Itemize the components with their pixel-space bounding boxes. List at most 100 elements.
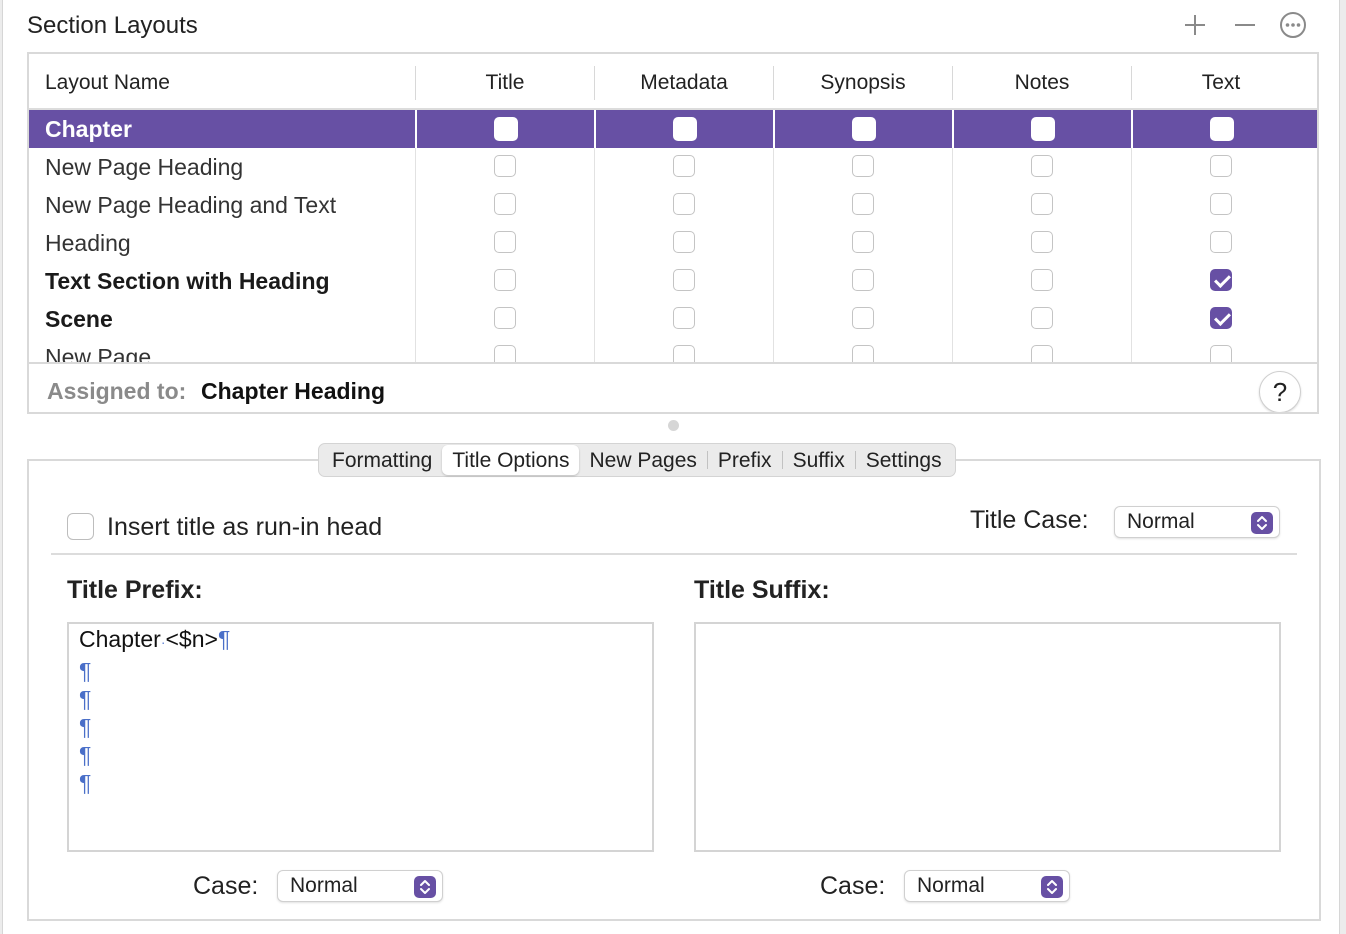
column-divider [1131,186,1132,224]
notes-checkbox[interactable] [1031,231,1053,253]
tab-settings[interactable]: Settings [856,445,952,475]
column-divider [1131,338,1132,362]
title-checkbox[interactable] [494,155,516,177]
divider [51,553,1297,555]
tab-formatting[interactable]: Formatting [322,445,442,475]
pilcrow-icon: ¶ [79,658,92,684]
tab-title-options[interactable]: Title Options [442,445,580,475]
pilcrow-icon: ¶ [79,686,92,712]
column-divider [594,262,595,300]
notes-checkbox[interactable] [1031,155,1053,177]
assigned-to-value: Chapter Heading [201,378,386,404]
column-divider [773,300,774,338]
column-header-synopsis[interactable]: Synopsis [774,54,952,110]
metadata-checkbox[interactable] [673,231,695,253]
title-checkbox[interactable] [494,345,516,362]
column-divider [773,224,774,262]
column-header-title[interactable]: Title [416,54,594,110]
tab-new-pages[interactable]: New Pages [579,445,706,475]
prefix-case-select[interactable]: Normal [277,870,443,902]
tab-suffix[interactable]: Suffix [783,445,855,475]
synopsis-checkbox[interactable] [852,193,874,215]
column-divider [594,224,595,262]
title-case-select[interactable]: Normal [1114,506,1280,538]
prefix-case-label: Case: [193,872,259,900]
layout-name: New Page Heading [45,154,244,180]
metadata-checkbox[interactable] [673,155,695,177]
table-row[interactable]: New Page [29,338,1317,362]
column-divider [773,186,774,224]
title-checkbox[interactable] [494,307,516,329]
title-checkbox[interactable] [494,231,516,253]
table-header: Layout Name Title Metadata Synopsis Note… [29,54,1317,110]
metadata-checkbox[interactable] [673,307,695,329]
assigned-to-label: Assigned to: [47,378,187,404]
suffix-case-value: Normal [917,874,985,897]
metadata-checkbox[interactable] [673,117,697,141]
ellipsis-circle-icon[interactable] [1278,10,1308,40]
metadata-checkbox[interactable] [673,269,695,291]
column-divider [1131,300,1132,338]
column-divider [952,186,953,224]
table-row[interactable]: New Page Heading and Text [29,186,1317,224]
run-in-head-checkbox[interactable] [67,513,94,540]
layout-name: New Page Heading and Text [45,192,337,218]
synopsis-checkbox[interactable] [852,345,874,362]
text-checkbox[interactable] [1210,155,1232,177]
column-divider [1131,262,1132,300]
column-divider [1131,148,1132,186]
notes-checkbox[interactable] [1031,345,1053,362]
column-divider [594,110,596,148]
column-header-text[interactable]: Text [1132,54,1310,110]
metadata-checkbox[interactable] [673,345,695,362]
title-checkbox[interactable] [494,269,516,291]
table-row[interactable]: Heading [29,224,1317,262]
title-checkbox[interactable] [494,193,516,215]
column-divider [773,148,774,186]
notes-checkbox[interactable] [1031,117,1055,141]
synopsis-checkbox[interactable] [852,231,874,253]
suffix-case-select[interactable]: Normal [904,870,1070,902]
prefix-placeholder: <$n> [165,626,218,652]
split-view-handle[interactable] [668,420,679,431]
tab-prefix[interactable]: Prefix [708,445,782,475]
synopsis-checkbox[interactable] [852,155,874,177]
chevron-up-down-icon [414,876,436,898]
metadata-checkbox[interactable] [673,193,695,215]
table-row[interactable]: Text Section with Heading [29,262,1317,300]
table-row[interactable]: New Page Heading [29,148,1317,186]
synopsis-checkbox[interactable] [852,269,874,291]
minus-icon[interactable] [1230,10,1260,40]
table-row[interactable]: Chapter [29,110,1317,148]
title-suffix-textarea[interactable] [694,622,1281,852]
text-checkbox[interactable] [1210,307,1232,329]
text-checkbox[interactable] [1210,345,1232,362]
notes-checkbox[interactable] [1031,269,1053,291]
column-divider [415,262,416,300]
layout-name: Text Section with Heading [45,268,330,294]
title-prefix-label: Title Prefix: [67,576,203,604]
column-header-metadata[interactable]: Metadata [595,54,773,110]
text-checkbox[interactable] [1210,193,1232,215]
notes-checkbox[interactable] [1031,193,1053,215]
synopsis-checkbox[interactable] [852,307,874,329]
column-divider [594,186,595,224]
text-checkbox[interactable] [1210,117,1234,141]
column-divider [952,148,953,186]
page-title: Section Layouts [27,12,198,39]
synopsis-checkbox[interactable] [852,117,876,141]
column-divider [773,110,775,148]
title-checkbox[interactable] [494,117,518,141]
notes-checkbox[interactable] [1031,307,1053,329]
column-header-notes[interactable]: Notes [953,54,1131,110]
column-header-layout-name[interactable]: Layout Name [45,54,405,110]
column-divider [952,110,954,148]
text-checkbox[interactable] [1210,269,1232,291]
pilcrow-icon: ¶ [79,742,92,768]
table-row[interactable]: Scene [29,300,1317,338]
help-button[interactable]: ? [1259,371,1301,412]
pilcrow-icon: ¶ [217,626,231,652]
text-checkbox[interactable] [1210,231,1232,253]
plus-icon[interactable] [1180,10,1210,40]
title-prefix-textarea[interactable]: Chapter·<$n>¶ ¶ ¶ ¶ ¶ ¶ [67,622,654,852]
